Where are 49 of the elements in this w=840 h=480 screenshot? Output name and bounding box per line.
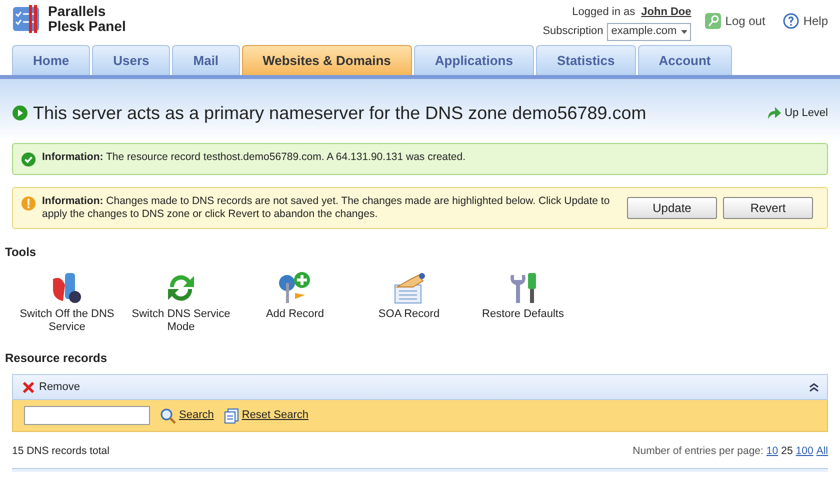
section-title: Tools [4,244,38,261]
per-page-option[interactable]: All [816,444,828,460]
search-field[interactable] [24,406,150,425]
search-link[interactable]: Search [160,407,214,424]
exclamation-circle-icon [21,196,36,211]
nav-tab[interactable]: Websites & Domains [242,45,412,75]
message-text: Information: The resource record testhost.demo56789.com. A 64.131.90.131 was created. [42,151,467,164]
up-level-link[interactable]: Up Level [784,104,828,122]
up-arrow-icon [766,105,782,121]
tool-link[interactable]: Restore Defaults [471,308,575,321]
subscription-dropdown[interactable]: example.com [607,22,692,40]
help-link[interactable]: Help [803,12,828,30]
tool-link[interactable]: SOA Record [357,308,461,321]
page-title: This server acts as a primary nameserver for the DNS zone demo56789.com [33,102,646,125]
reset-search-link[interactable]: Reset Search [224,407,309,424]
nav-tab[interactable]: Home [12,45,90,75]
remove-button[interactable]: Remove [21,378,80,396]
product-name: Parallels [48,4,107,19]
per-page-option[interactable]: 100 [796,444,814,460]
tool-link[interactable]: Add Record [243,308,347,321]
help-icon [783,13,800,29]
per-page-option[interactable]: 25 [781,444,793,460]
product-name: Plesk Panel [48,19,126,34]
nav-tab[interactable]: Users [92,45,170,75]
records-total: 15 DNS records total [12,444,110,459]
action-button[interactable]: Revert [723,197,813,219]
caret-icon [680,30,688,34]
logout-link[interactable]: Log out [725,12,766,30]
logged-in-label: Logged in as [572,5,636,20]
nav-tab[interactable]: Mail [172,45,240,75]
tool-link[interactable]: Switch Off the DNS Service [15,308,119,334]
collapse-icon[interactable] [809,382,819,392]
action-button[interactable]: Update [627,197,717,219]
documents-icon [224,408,239,424]
user-name-link[interactable]: John Doe [641,4,692,20]
checklist-logo-icon [12,4,42,34]
nav-tab[interactable]: Account [638,45,732,75]
nav-tab[interactable]: Statistics [536,45,636,75]
check-circle-icon [21,152,36,167]
cross-icon [21,380,36,394]
section-title: Resource records [4,350,108,367]
play-circle-icon [12,105,28,121]
per-page-option[interactable]: 10 [766,444,778,460]
message-text: Information: Changes made to DNS records are not saved yet. The changes made are highlighted below. Click Update to apply the changes to DNS zone or click Revert to abandon the changes. [42,195,611,221]
tool-link[interactable]: Switch DNS Service Mode [129,308,233,334]
per-page-label: Number of entries per page: [632,444,764,459]
subscription-label: Subscription [542,24,604,40]
nav-tab[interactable]: Applications [414,45,534,75]
magnifier-icon [160,408,176,424]
